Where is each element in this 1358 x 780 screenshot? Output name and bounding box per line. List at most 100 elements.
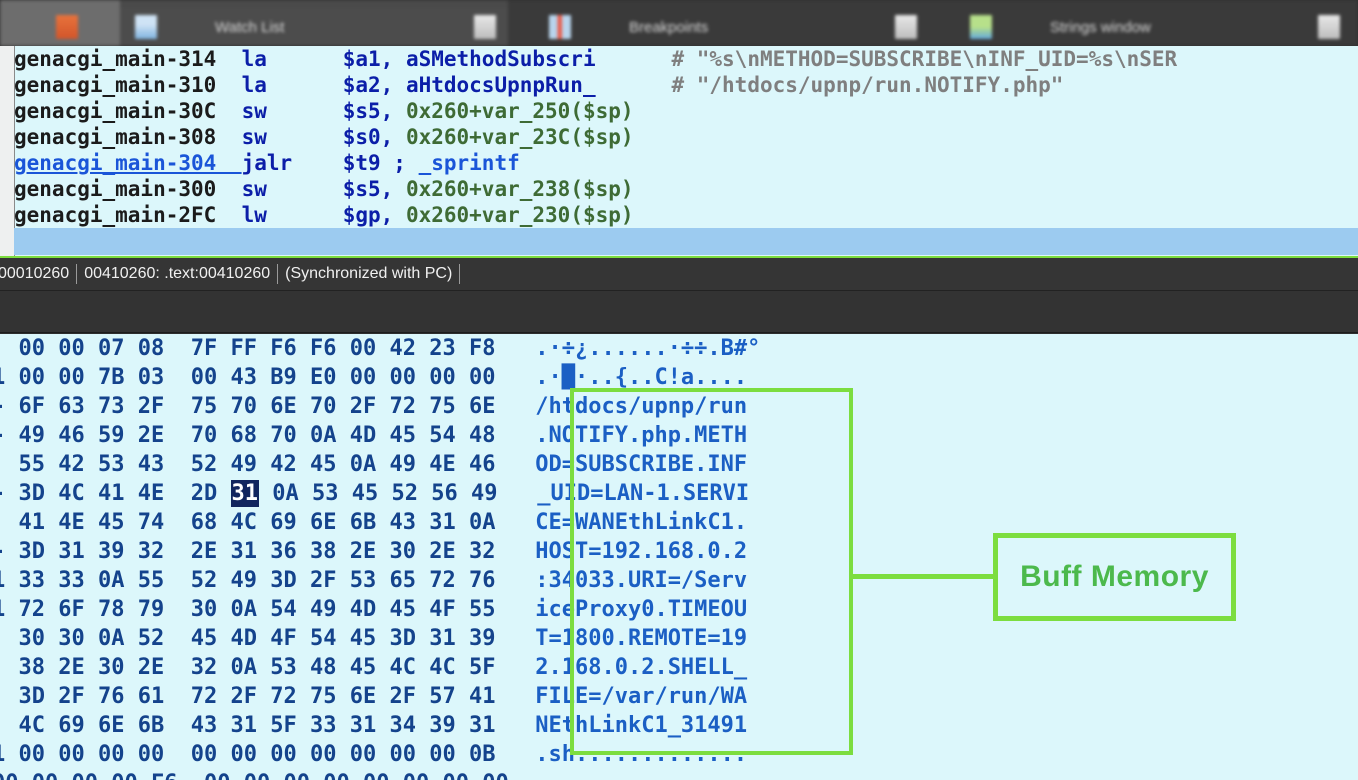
hex-byte[interactable]: 31 [231,539,258,564]
hex-byte[interactable]: 31 [231,713,258,738]
hex-byte[interactable]: 2F [138,394,165,419]
instruction-address[interactable]: genacgi_main-304 [14,151,242,175]
hex-byte[interactable]: 3D [19,684,46,709]
hex-byte[interactable]: 3D [19,539,46,564]
hex-byte[interactable]: F8 [469,336,496,361]
hex-byte[interactable]: 23 [429,336,456,361]
hex-byte[interactable]: 2E [429,539,456,564]
hex-byte[interactable]: 41 [469,684,496,709]
hex-byte[interactable]: 4C [429,655,456,680]
hex-byte[interactable]: 68 [191,510,218,535]
hex-byte[interactable]: 00 [429,742,456,767]
hex-byte[interactable]: 45 [350,655,377,680]
hex-row[interactable]: 30 30 0A 52 45 4D 4F 54 45 3D 31 39 T=18… [0,624,748,654]
hex-row[interactable]: 00 00 00 00 F6 00 00 00 00 00 00 00 00 [0,769,522,780]
hex-byte[interactable]: 4C [19,713,46,738]
hex-byte[interactable]: 4E [429,452,456,477]
hex-byte[interactable]: 00 [58,336,85,361]
hex-byte[interactable]: 49 [231,568,258,593]
hex-byte[interactable]: 00 [350,365,377,390]
hex-row[interactable]: 3D 2F 76 61 72 2F 72 75 6E 2F 57 41 FILE… [0,682,748,712]
disassembly-line[interactable]: genacgi_main-30C sw $s5, 0x260+var_250($… [14,98,634,124]
hex-byte[interactable]: 56 [431,481,458,506]
hex-row[interactable]: - 6F 63 73 2F 75 70 6E 70 2F 72 75 6E /h… [0,392,747,422]
hex-byte[interactable]: 59 [98,423,125,448]
hex-byte[interactable]: 45 [350,626,377,651]
hex-byte[interactable]: 4F [429,597,456,622]
hex-byte[interactable]: 00 [469,365,496,390]
hex-byte[interactable]: 55 [138,568,165,593]
hex-byte[interactable]: 55 [469,597,496,622]
hex-byte[interactable]: 00 [111,771,138,780]
hex-byte[interactable]: 00 [19,336,46,361]
instruction-address[interactable]: genacgi_main-30C [14,99,242,123]
hex-byte[interactable]: 31 [58,539,85,564]
hex-byte[interactable]: 00 [58,365,85,390]
hex-byte[interactable]: 70 [310,394,337,419]
hex-byte[interactable]: 53 [350,568,377,593]
hex-byte[interactable]: 4D [350,597,377,622]
hex-row[interactable]: 38 2E 30 2E 32 0A 53 48 45 4C 4C 5F 2.16… [0,653,748,683]
hex-byte[interactable]: 2F [231,684,258,709]
hex-byte[interactable]: 00 [310,742,337,767]
hex-byte[interactable]: 7B [98,365,125,390]
hex-byte[interactable]: 33 [58,568,85,593]
hex-byte[interactable]: 0A [231,655,258,680]
hex-byte[interactable]: 31 [429,510,456,535]
hex-byte[interactable]: 33 [19,568,46,593]
hex-byte[interactable]: 00 [191,365,218,390]
hex-byte[interactable]: 46 [469,452,496,477]
hex-byte[interactable]: 43 [191,713,218,738]
hex-byte[interactable]: 00 [363,771,390,780]
hex-byte[interactable]: 38 [310,539,337,564]
hex-byte[interactable]: 0A [98,626,125,651]
hex-byte[interactable]: 3D [390,626,417,651]
hex-byte[interactable]: 53 [270,655,297,680]
hex-byte[interactable]: B9 [270,365,297,390]
hex-byte[interactable]: 54 [310,626,337,651]
hex-byte[interactable]: 52 [138,626,165,651]
tab-watch-list[interactable]: Watch List [135,8,284,46]
hex-byte[interactable]: 43 [138,452,165,477]
hex-byte[interactable]: 4C [231,510,258,535]
hex-byte[interactable]: 39 [469,626,496,651]
tab-document[interactable] [56,8,136,46]
hex-byte[interactable]: 32 [191,655,218,680]
hex-byte[interactable]: 39 [429,713,456,738]
hex-byte[interactable]: 43 [390,510,417,535]
hex-byte[interactable]: 07 [98,336,125,361]
hex-byte[interactable]: 31 [429,626,456,651]
tab-breakpoints[interactable]: Breakpoints [549,8,708,46]
hex-byte[interactable]: 75 [429,394,456,419]
hex-byte[interactable]: 00 [429,365,456,390]
instruction-operand-function[interactable]: _sprintf [406,151,520,175]
hex-byte[interactable]: 2F [58,684,85,709]
hex-byte[interactable]: 2D [191,481,218,506]
hex-byte[interactable]: 0A [469,510,496,535]
hex-byte[interactable]: 38 [19,655,46,680]
hex-row[interactable]: 55 42 53 43 52 49 42 45 0A 49 4E 46 OD=S… [0,450,748,480]
hex-byte[interactable]: 48 [469,423,496,448]
hex-byte[interactable]: 2E [191,539,218,564]
hex-row[interactable]: - 49 46 59 2E 70 68 70 0A 4D 45 54 48 .N… [0,421,747,451]
hex-byte[interactable]: 72 [19,597,46,622]
hex-byte[interactable]: 4D [231,626,258,651]
hex-byte[interactable]: 30 [19,626,46,651]
hex-byte[interactable]: F6 [151,771,178,780]
disassembly-pane[interactable]: genacgi_main-314 la $a1, aSMethodSubscri… [0,46,1358,256]
hex-byte[interactable]: 32 [138,539,165,564]
hex-byte[interactable]: 2E [138,423,165,448]
hex-byte[interactable]: 00 [32,771,59,780]
hex-byte[interactable]: 45 [390,423,417,448]
hex-byte[interactable]: 4E [58,510,85,535]
instruction-address[interactable]: genacgi_main-314 [14,47,242,71]
hex-row[interactable]: - 3D 4C 41 4E 2D 31 0A 53 45 52 56 49 _U… [0,479,749,509]
hex-byte[interactable]: FF [231,336,258,361]
hex-byte[interactable]: 46 [58,423,85,448]
instruction-address[interactable]: genacgi_main-310 [14,73,242,97]
hex-byte[interactable]: 6E [310,510,337,535]
disassembly-line[interactable]: genacgi_main-308 sw $s0, 0x260+var_23C($… [14,124,634,150]
hex-byte[interactable]: 00 [191,742,218,767]
hex-byte[interactable]: 7F [191,336,218,361]
hex-byte[interactable]: 0B [469,742,496,767]
